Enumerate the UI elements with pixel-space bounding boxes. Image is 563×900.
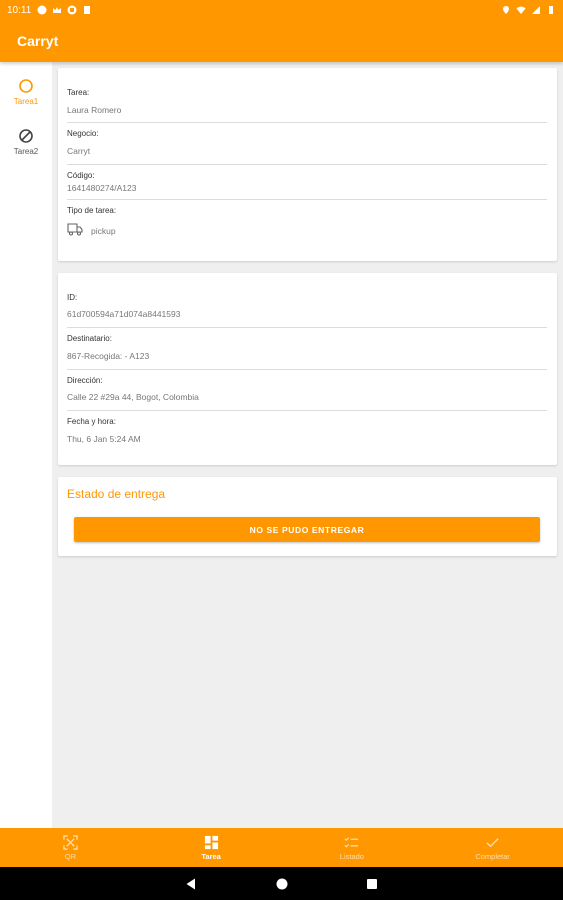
nav-label: Tarea [201,851,221,861]
recents-icon[interactable] [365,877,379,891]
pickup-truck-icon [67,223,83,236]
check-icon [486,837,499,847]
field-label: Dirección: [67,376,103,385]
home-icon[interactable] [275,877,289,891]
nav-label: Completar [475,851,510,861]
signal-icon [532,6,540,14]
field-value: 61d700594a71d074a8441593 [67,309,181,319]
app-notification-icon [67,5,77,15]
delivery-status-card: Estado de entrega NO SE PUDO ENTREGAR [58,477,557,556]
rail-item-label: Tarea1 [13,97,39,106]
nav-label: QR [64,851,76,861]
field-label: Código: [67,171,95,180]
field-label: Tarea: [67,88,90,97]
field-value: pickup [91,226,116,236]
notification-dot-icon [37,5,47,15]
sd-card-icon [84,6,91,14]
field-value: Laura Romero [67,105,122,115]
nav-item-listado[interactable]: Listado [282,828,423,867]
field-value: Thu, 6 Jan 5:24 AM [67,434,141,444]
nav-item-tarea[interactable]: Tarea [141,828,282,867]
field-value: 1641480274/A123 [67,183,137,193]
wifi-icon [516,6,526,14]
task-rail: Tarea1 Tarea2 [0,62,52,828]
field-value: 867-Recogida: - A123 [67,351,150,361]
battery-icon [549,6,553,14]
task-info-card: Tarea: Laura Romero Negocio: Carryt Códi… [58,68,557,261]
status-bar: 10:11 [0,0,563,20]
checklist-icon [344,836,359,848]
system-navigation-bar [0,867,563,900]
crown-icon [53,7,62,13]
field-label: ID: [67,293,78,302]
field-value: Carryt [67,146,91,156]
field-label: Fecha y hora: [67,417,116,426]
qr-scan-icon [63,834,78,850]
block-icon [19,129,33,143]
field-label: Negocio: [67,129,99,138]
field-value: Calle 22 #29a 44, Bogot, Colombia [67,392,199,402]
status-time: 10:11 [7,4,32,16]
divider [67,369,547,370]
circle-outline-icon [19,79,33,93]
rail-item-label: Tarea2 [13,147,39,156]
delivery-detail-card: ID: 61d700594a71d074a8441593 Destinatari… [58,273,557,465]
back-icon[interactable] [184,877,198,891]
divider [67,164,547,165]
nav-label: Listado [339,851,364,861]
field-label: Tipo de tarea: [67,206,117,215]
nav-item-completar[interactable]: Completar [422,828,563,867]
divider [67,410,547,411]
divider [67,122,547,123]
rail-item-tarea2[interactable]: Tarea2 [0,128,52,156]
dashboard-icon [204,835,218,849]
delivery-status-title: Estado de entrega [67,487,166,501]
nav-item-qr[interactable]: QR [0,828,141,867]
not-delivered-button[interactable]: NO SE PUDO ENTREGAR [74,517,540,542]
location-icon [503,6,509,14]
app-title: Carryt [17,33,59,49]
rail-item-tarea1[interactable]: Tarea1 [0,78,52,106]
divider [67,327,547,328]
divider [67,199,547,200]
app-bar: Carryt [0,20,563,62]
field-label: Destinatario: [67,334,112,343]
bottom-nav: QR Tarea Listado Completar [0,828,563,867]
